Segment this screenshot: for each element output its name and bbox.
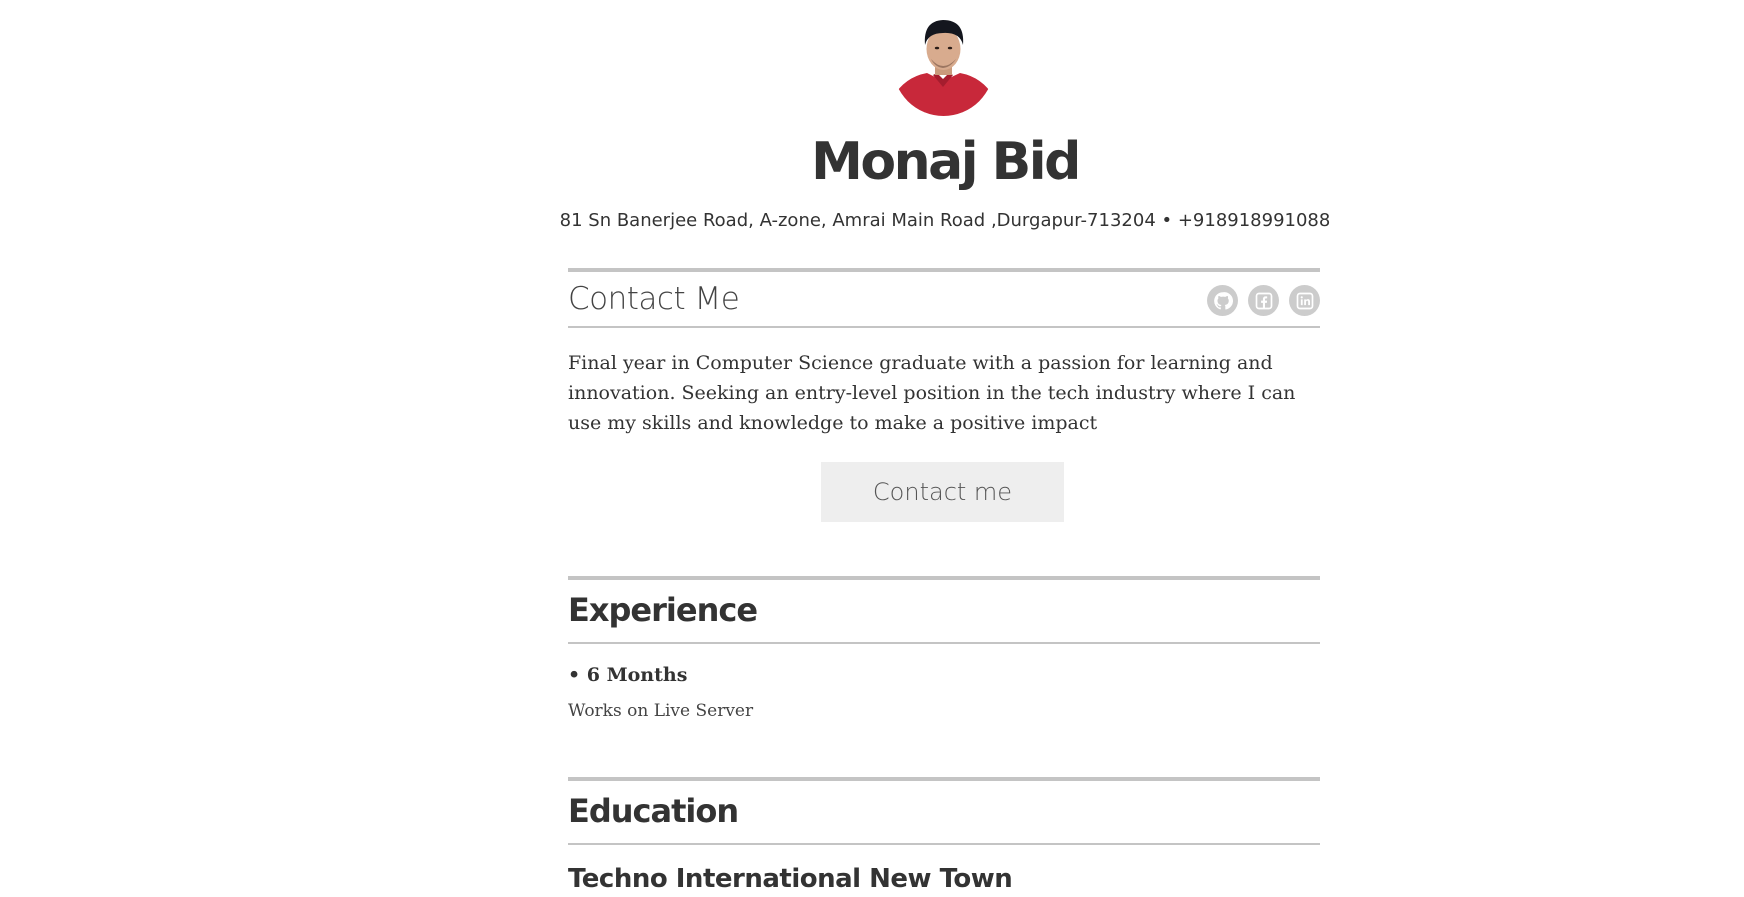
profile-name: Monaj Bid bbox=[811, 132, 1081, 192]
address-line: 81 Sn Banerjee Road, A-zone, Amrai Main … bbox=[559, 210, 1331, 231]
experience-item-description: Works on Live Server bbox=[568, 701, 754, 721]
facebook-icon bbox=[1255, 292, 1272, 309]
linkedin-icon bbox=[1296, 292, 1313, 309]
github-icon bbox=[1213, 291, 1233, 310]
github-link[interactable] bbox=[1207, 285, 1238, 316]
experience-section: Experience bbox=[568, 576, 1320, 644]
contact-title: Contact Me bbox=[568, 281, 740, 317]
contact-header: Contact Me bbox=[568, 268, 1320, 328]
experience-title: Experience bbox=[568, 591, 758, 629]
resume-page: Monaj Bid 81 Sn Banerjee Road, A-zone, A… bbox=[0, 0, 1744, 897]
experience-item-title: • 6 Months bbox=[568, 664, 688, 686]
avatar bbox=[893, 15, 994, 116]
divider bbox=[568, 326, 1320, 328]
divider bbox=[568, 843, 1320, 845]
avatar-photo bbox=[893, 15, 994, 116]
profile-summary: Final year in Computer Science graduate … bbox=[568, 352, 1296, 434]
education-item-title: Techno International New Town bbox=[568, 864, 1013, 894]
social-links bbox=[1207, 285, 1320, 316]
facebook-link[interactable] bbox=[1248, 285, 1279, 316]
contact-me-button[interactable]: Contact me bbox=[821, 462, 1064, 522]
education-title: Education bbox=[568, 792, 739, 830]
education-section: Education bbox=[568, 777, 1320, 845]
linkedin-link[interactable] bbox=[1289, 285, 1320, 316]
divider bbox=[568, 642, 1320, 644]
